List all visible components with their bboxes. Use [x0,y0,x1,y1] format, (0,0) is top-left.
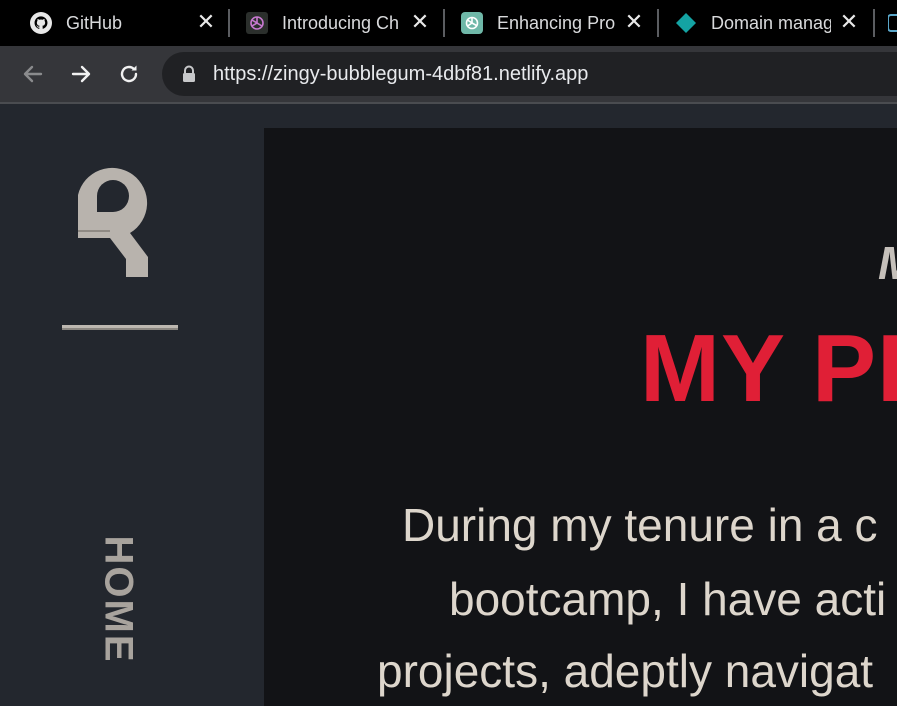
lock-icon[interactable] [181,65,197,83]
close-icon[interactable]: ✕ [195,11,217,33]
reload-icon[interactable] [115,60,143,88]
paragraph-line: During my tenure in a c [402,499,878,551]
chatgpt-icon [461,12,483,34]
tab-title: Enhancing Prof [497,12,615,33]
web-page: HOME M MY PR During my tenure in a c boo… [0,104,897,706]
site-logo[interactable] [74,159,152,279]
sidebar: HOME [0,104,264,706]
nav-home[interactable]: HOME [90,524,146,674]
github-icon [30,12,52,34]
tab-title: Introducing Ch [282,12,400,33]
tab-introducing[interactable]: Introducing Ch ✕ [246,0,436,46]
paragraph-line: projects, adeptly navigat [377,645,874,697]
close-icon[interactable]: ✕ [838,11,860,33]
tab-title: Domain manag [711,12,831,33]
tab-enhancing[interactable]: Enhancing Prof ✕ [461,0,651,46]
tab-strip: GitHub ✕ Introducing Ch ✕ Enhancing Prof… [0,0,897,46]
browser-toolbar: https://zingy-bubblegum-4dbf81.netlify.a… [0,46,897,102]
address-bar[interactable]: https://zingy-bubblegum-4dbf81.netlify.a… [162,52,897,96]
close-icon[interactable]: ✕ [623,11,645,33]
tab-separator [228,9,230,37]
openai-icon [246,12,268,34]
partial-tab-icon[interactable] [887,12,897,34]
tab-title: GitHub [66,12,123,33]
main-content: M MY PR During my tenure in a c bootcamp… [264,128,897,706]
logo-underline [62,325,178,330]
forward-arrow-icon[interactable] [67,60,95,88]
nav-home-label: HOME [96,535,141,663]
section-eyebrow: M [878,236,897,290]
paragraph-line: bootcamp, I have acti [449,573,887,625]
close-icon[interactable]: ✕ [409,11,431,33]
netlify-diamond-icon [675,12,697,34]
tab-separator [443,9,445,37]
tab-separator [657,9,659,37]
back-arrow-icon[interactable] [19,60,47,88]
url-text[interactable]: https://zingy-bubblegum-4dbf81.netlify.a… [213,63,588,86]
tab-github[interactable]: GitHub ✕ [30,0,220,46]
tab-domain[interactable]: Domain manag ✕ [675,0,865,46]
section-heading: MY PR [640,315,897,422]
tab-separator [873,9,875,37]
